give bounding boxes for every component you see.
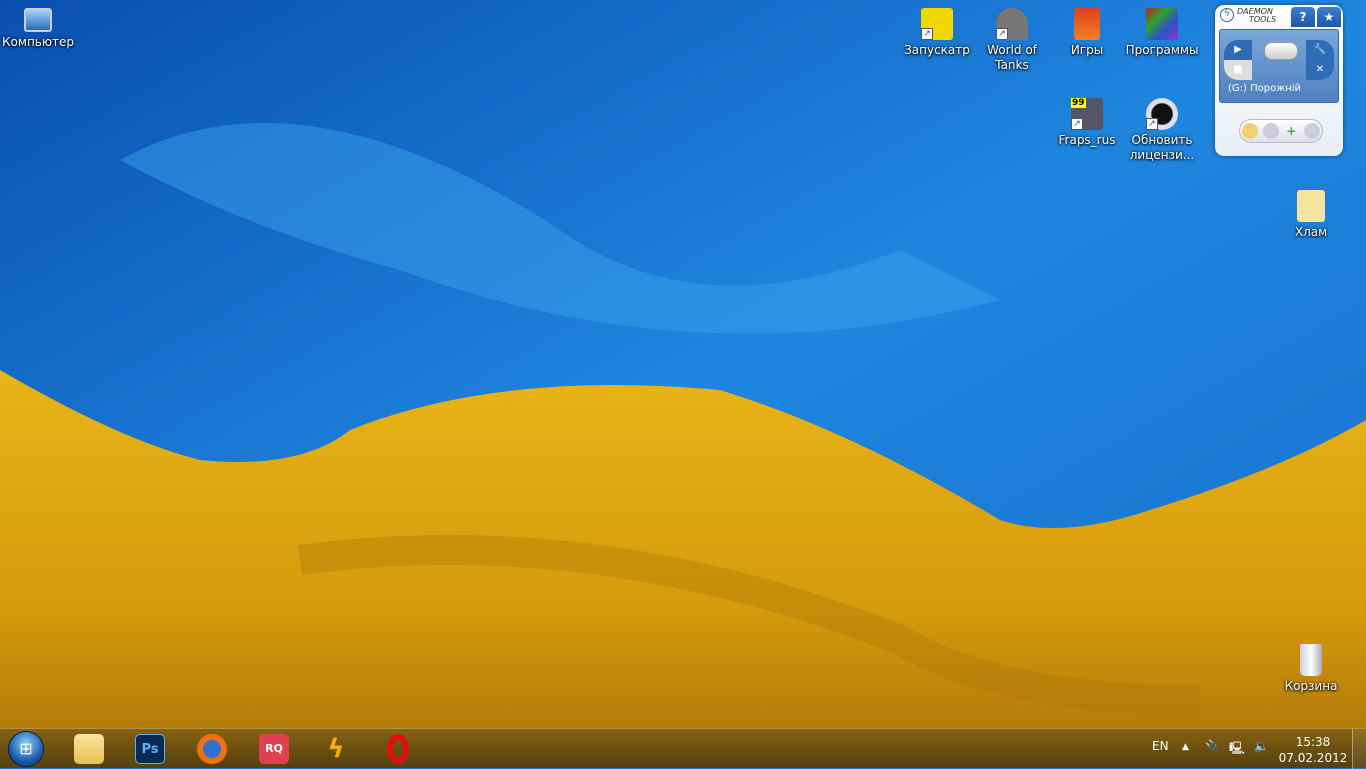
play-button[interactable]: ▶ [1224,40,1252,60]
taskbar-photoshop[interactable]: Ps [123,731,177,767]
firefox-icon [197,734,227,764]
recycle-bin-icon [1300,644,1322,676]
desktop-icon-world-of-tanks[interactable]: ↗ World of Tanks [974,8,1050,73]
taskbar-firefox[interactable] [185,731,239,767]
taskbar: ⊞ Ps RQ ϟ EN ▲ 🔌 🖳 🔈 15:38 07.02.2012 [0,728,1366,769]
drive-icon [1264,42,1298,60]
unmount-button[interactable]: ✕ [1306,60,1334,80]
daemon-tools-logo: ϟ DAEMON TOOLS [1215,5,1291,27]
daemon-toolbar: + [1239,119,1323,143]
settings-button[interactable]: 🔧 [1306,40,1334,60]
daemon-tools-gadget[interactable]: ϟ DAEMON TOOLS ? ★ ▶ ■ 🔧 ✕ (G:) Порожній + [1215,5,1343,156]
rq-icon: RQ [259,734,289,764]
programs-icon [1146,8,1178,40]
clock[interactable]: 15:38 07.02.2012 [1278,734,1348,766]
taskbar-rq[interactable]: RQ [247,731,301,767]
games-folder-icon [1074,8,1100,40]
desktop-icon-fraps[interactable]: 99 ↗ Fraps_rus [1049,98,1125,148]
volume-icon[interactable]: 🔈 [1254,739,1269,753]
network-icon[interactable]: 🖳 [1229,739,1245,760]
update-license-icon: ↗ [1146,98,1178,130]
virtual-drive-panel: ▶ ■ 🔧 ✕ (G:) Порожній [1219,29,1339,103]
taskbar-explorer[interactable] [62,731,116,767]
world-of-tanks-icon: ↗ [996,8,1028,40]
taskbar-winamp[interactable]: ϟ [309,731,363,767]
computer-icon [24,8,52,32]
drive-options-button[interactable] [1303,123,1320,139]
add-drive-button[interactable]: + [1283,123,1299,139]
opera-icon [387,734,409,764]
desktop-icon-junk-folder[interactable]: Хлам [1273,190,1349,240]
help-button[interactable]: ? [1291,7,1315,27]
start-button[interactable]: ⊞ [8,731,44,767]
desktop-icon-update-license[interactable]: ↗ Обновить лицензи... [1124,98,1200,163]
lightning-icon: ϟ [1220,8,1234,22]
desktop-icon-launcher[interactable]: ↗ Запускатр [899,8,975,58]
show-desktop-button[interactable] [1352,729,1366,769]
desktop-icon-computer[interactable]: Компьютер [0,8,76,50]
news-button[interactable]: ★ [1317,7,1341,27]
launcher-icon: ↗ [921,8,953,40]
fraps-icon: 99 ↗ [1071,98,1103,130]
drive-status: (G:) Порожній [1228,83,1302,94]
create-image-button[interactable] [1262,123,1279,139]
desktop-icon-recycle-bin[interactable]: Корзина [1273,644,1349,694]
show-hidden-icons-button[interactable]: ▲ [1182,742,1189,752]
power-icon[interactable]: 🔌 [1205,739,1220,753]
stop-button[interactable]: ■ [1224,60,1252,80]
taskbar-opera[interactable] [371,731,425,767]
folder-icon [74,734,104,764]
winamp-icon: ϟ [327,734,345,764]
mount-image-button[interactable] [1242,123,1259,139]
desktop-icon-games[interactable]: Игры [1049,8,1125,58]
desktop-icon-programs[interactable]: Программы [1124,8,1200,58]
folder-icon [1297,190,1325,222]
photoshop-icon: Ps [135,734,165,764]
language-indicator[interactable]: EN [1152,739,1169,753]
